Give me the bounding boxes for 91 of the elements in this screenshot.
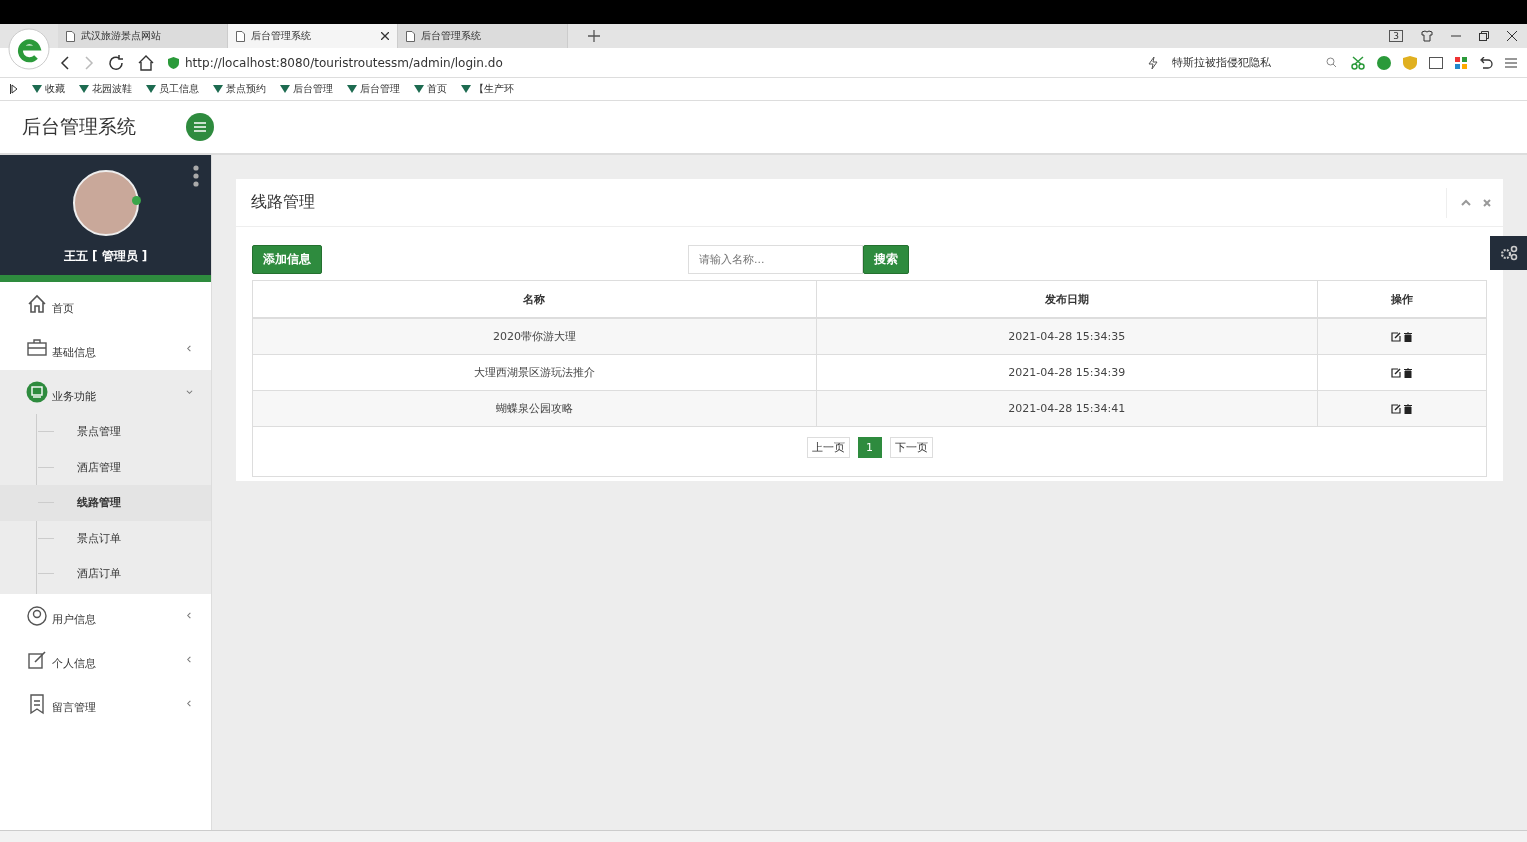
briefcase-icon <box>26 337 48 359</box>
bookmark-link[interactable]: 首页 <box>414 82 447 96</box>
bookmark-icon <box>347 84 357 94</box>
next-page-button[interactable]: 下一页 <box>889 437 933 458</box>
browser-tab[interactable]: 武汉旅游景点网站 <box>58 24 228 48</box>
search-field[interactable]: 请输入名称... <box>688 245 863 274</box>
chevron-icon <box>186 700 193 707</box>
edit-icon[interactable] <box>1391 404 1402 414</box>
table-cell: 大理西湖景区游玩法推介 <box>253 354 817 391</box>
chevron-icon <box>186 344 193 352</box>
table-cell: 2021-04-28 15:34:41 <box>816 390 1318 427</box>
nav-subitem[interactable]: 酒店管理 <box>0 449 211 485</box>
circle-icon[interactable] <box>1377 55 1391 70</box>
menu-icon[interactable] <box>1505 57 1517 68</box>
table-cell: 2020带你游大理 <box>253 318 817 355</box>
bookmark-icon <box>414 84 424 94</box>
edit-icon[interactable] <box>1391 368 1402 378</box>
page-icon <box>406 30 415 42</box>
table-cell: 2021-04-28 15:34:35 <box>816 318 1318 355</box>
bookmark-icon <box>79 84 89 94</box>
search-suggestion[interactable]: 特斯拉被指侵犯隐私 <box>1172 55 1312 70</box>
bookmark-link[interactable]: 员工信息 <box>146 82 199 96</box>
shirt-icon[interactable] <box>1421 30 1433 42</box>
settings-icon <box>1499 245 1518 261</box>
online-dot <box>131 196 141 205</box>
page-button[interactable]: 1 <box>857 437 882 458</box>
nav-item[interactable]: 首页 <box>0 282 211 326</box>
table-cell: 2021-04-28 15:34:39 <box>816 354 1318 391</box>
edit-icon <box>26 648 48 671</box>
restore-icon[interactable] <box>1479 31 1489 41</box>
nav-item[interactable]: 留言管理 <box>0 681 211 726</box>
menu-button[interactable] <box>186 113 214 141</box>
table-cell: 蝴蝶泉公园攻略 <box>253 390 817 427</box>
menu-icon <box>194 122 206 132</box>
home-icon <box>26 293 48 315</box>
user-icon <box>26 604 48 627</box>
scissors-icon[interactable] <box>1351 55 1365 70</box>
picture-icon[interactable] <box>1429 56 1443 69</box>
trash-icon[interactable] <box>1404 404 1413 414</box>
home-icon[interactable] <box>138 54 154 71</box>
tab-count[interactable]: 3 <box>1389 30 1403 42</box>
bookmark-link[interactable]: 【生产环 <box>461 82 514 96</box>
bookmark-link[interactable]: 花园波鞋 <box>79 82 132 96</box>
bookmark-icon <box>461 84 471 94</box>
nav-subitem[interactable]: 线路管理 <box>0 485 211 521</box>
trash-icon[interactable] <box>1404 332 1413 342</box>
nav-subitem[interactable]: 酒店订单 <box>0 556 211 592</box>
previous-page-button[interactable]: 上一页 <box>806 437 850 458</box>
search-icon[interactable] <box>1326 57 1337 68</box>
page-icon <box>236 30 245 42</box>
close-icon[interactable] <box>1507 31 1517 41</box>
settings-button[interactable] <box>1490 236 1527 270</box>
trash-icon[interactable] <box>1404 368 1413 378</box>
add-button[interactable]: 添加信息 <box>252 245 322 274</box>
chevron-icon <box>186 656 193 663</box>
browser-tab[interactable]: 后台管理系统 <box>228 24 398 48</box>
app-title: 后台管理系统 <box>21 114 137 139</box>
close-icon[interactable] <box>381 32 389 40</box>
search-button[interactable]: 搜索 <box>863 245 909 274</box>
bookmark-icon <box>146 84 156 94</box>
bookmark-link[interactable]: 后台管理 <box>347 82 400 96</box>
nav-item[interactable]: 业务功能 <box>0 370 211 414</box>
user-name: 王五 [ 管理员 ] <box>63 248 148 265</box>
nav-subitem[interactable]: 景点订单 <box>0 520 211 556</box>
collapse-icon[interactable] <box>1461 199 1471 206</box>
bookmark-link[interactable]: 后台管理 <box>280 82 333 96</box>
panel-title: 线路管理 <box>251 192 315 213</box>
lightning-icon[interactable] <box>1148 56 1158 69</box>
nav-item[interactable]: 个人信息 <box>0 637 211 682</box>
shield-icon <box>168 56 179 69</box>
browser-tab[interactable]: 后台管理系统 <box>398 24 568 48</box>
chevron-icon <box>186 612 193 619</box>
bookmark-icon <box>280 84 290 94</box>
address-field[interactable]: http://localhost:8080/touristroutessm/admin/login.do <box>185 55 503 70</box>
chevron-icon <box>186 388 193 396</box>
bookmark-link[interactable]: 收藏 <box>32 82 65 96</box>
bookmark-icon <box>213 84 223 94</box>
back-icon[interactable] <box>60 55 70 70</box>
reload-icon[interactable] <box>108 54 124 71</box>
undo-icon[interactable] <box>1479 56 1493 69</box>
more-icon[interactable] <box>193 165 199 187</box>
nav-item[interactable]: 用户信息 <box>0 593 211 638</box>
edit-icon[interactable] <box>1391 332 1402 342</box>
bookmark-icon <box>32 84 42 94</box>
nav-item[interactable]: 基础信息 <box>0 326 211 370</box>
monitor-icon <box>26 381 48 403</box>
sidebar-toggle-icon[interactable] <box>10 84 18 94</box>
nav-subitem[interactable]: 景点管理 <box>0 414 211 450</box>
page-icon <box>66 30 75 42</box>
bookmark-link[interactable]: 景点预约 <box>213 82 266 96</box>
grid-icon[interactable] <box>1455 56 1467 69</box>
